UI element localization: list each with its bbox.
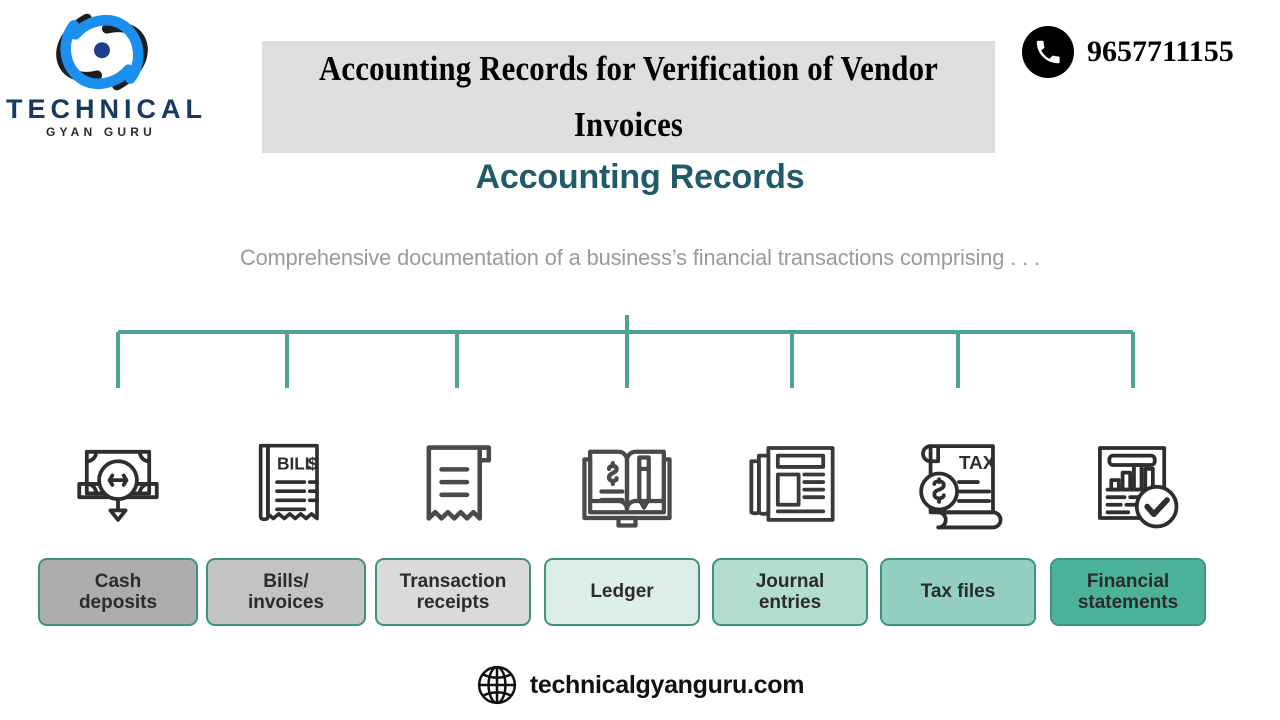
label-row: Cash deposits Bills/ invoices Transactio… (0, 558, 1280, 633)
label-line-2: statements (1077, 592, 1179, 613)
label-cash-deposits[interactable]: Cash deposits (38, 558, 198, 626)
label-ledger[interactable]: Ledger (544, 558, 700, 626)
label-line-1: Ledger (590, 581, 654, 603)
phone-number: 9657711155 (1087, 35, 1234, 68)
bill-currency-label: $ (308, 453, 318, 473)
phone-icon (1022, 26, 1074, 78)
label-line-2: invoices (247, 592, 325, 613)
label-line-1: Tax files (920, 581, 996, 603)
page-title: Accounting Records for Verification of V… (318, 49, 939, 144)
footer: technicalgyanguru.com (0, 660, 1280, 710)
label-journal-entries[interactable]: Journal entries (712, 558, 868, 626)
website-url[interactable]: technicalgyanguru.com (530, 671, 805, 700)
tax-label: TAX (959, 452, 996, 473)
bill-invoice-icon: BILL $ (212, 420, 362, 545)
label-line-1: Bills/ (263, 570, 309, 592)
label-line-1: Journal (755, 570, 825, 592)
label-line-1: Cash (94, 570, 142, 592)
icon-row: BILL $ TAX (0, 420, 1280, 545)
ledger-book-icon (552, 420, 702, 545)
journal-newspaper-icon (717, 420, 867, 545)
infographic-subheading: Comprehensive documentation of a busines… (239, 245, 1041, 270)
tax-file-icon: TAX (883, 420, 1033, 545)
label-line-1: Transaction (399, 570, 507, 592)
label-line-2: entries (758, 592, 822, 613)
label-line-2: deposits (78, 592, 158, 613)
label-financial-statements[interactable]: Financial statements (1050, 558, 1206, 626)
transaction-receipt-icon (382, 420, 532, 545)
contact-phone: 9657711155 (1022, 25, 1234, 79)
infographic-heading: Accounting Records (475, 158, 805, 196)
brand-logo: TECHNICAL GYAN GURU (6, 4, 207, 154)
label-tax-files[interactable]: Tax files (880, 558, 1036, 626)
label-bills-invoices[interactable]: Bills/ invoices (206, 558, 366, 626)
logo-tagline: GYAN GURU (45, 125, 157, 139)
label-transaction-receipts[interactable]: Transaction receipts (375, 558, 531, 626)
financial-statement-icon (1058, 420, 1208, 545)
atom-swirl-icon (48, 6, 156, 98)
label-line-2: receipts (416, 592, 490, 613)
globe-icon (476, 664, 518, 706)
logo-wordmark: TECHNICAL (6, 94, 207, 124)
connector-lines (0, 300, 1280, 400)
title-banner: Accounting Records for Verification of V… (262, 41, 995, 153)
label-line-1: Financial (1086, 570, 1170, 592)
cash-deposit-icon (43, 420, 193, 545)
